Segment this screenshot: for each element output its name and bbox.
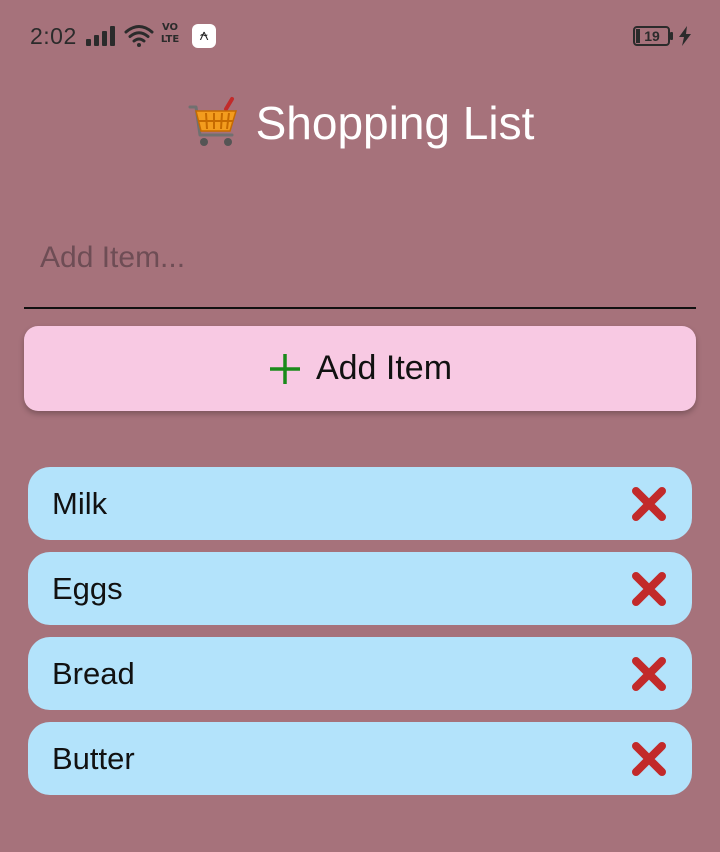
- delete-icon[interactable]: [630, 740, 668, 778]
- wifi-icon: [124, 25, 154, 47]
- add-item-button-label: Add Item: [315, 349, 453, 387]
- delete-icon[interactable]: [630, 485, 668, 523]
- item-label: Bread: [52, 655, 135, 691]
- page-title: Shopping List: [255, 97, 535, 149]
- plus-icon: [269, 353, 300, 384]
- item-label: Milk: [52, 485, 108, 521]
- status-time: 2:02: [30, 23, 77, 49]
- delete-icon[interactable]: [630, 655, 668, 693]
- volte-icon: VO LTE: [158, 22, 182, 48]
- item-input-wrapper: [24, 222, 696, 309]
- add-item-button[interactable]: Add Item: [24, 326, 696, 411]
- list-item: Milk: [28, 467, 692, 540]
- list-item: Eggs: [28, 552, 692, 625]
- volte-bottom-label: LTE: [160, 34, 180, 45]
- charging-icon: [679, 26, 691, 46]
- header: Shopping List: [0, 88, 720, 158]
- volte-top-label: VO: [161, 22, 179, 33]
- status-bar: 2:02 VO LTE ⍲ 19: [0, 0, 720, 72]
- item-label: Eggs: [52, 570, 123, 606]
- list-item: Bread: [28, 637, 692, 710]
- shopping-item-list: Milk Eggs Bread Butter: [28, 467, 692, 807]
- list-item: Butter: [28, 722, 692, 795]
- item-input[interactable]: [24, 222, 696, 294]
- app-notification-icon: ⍲: [192, 24, 216, 48]
- item-label: Butter: [52, 740, 135, 776]
- shopping-cart-icon: [188, 97, 237, 146]
- signal-icon: [86, 26, 115, 46]
- battery-level: 19: [644, 28, 660, 44]
- delete-icon[interactable]: [630, 570, 668, 608]
